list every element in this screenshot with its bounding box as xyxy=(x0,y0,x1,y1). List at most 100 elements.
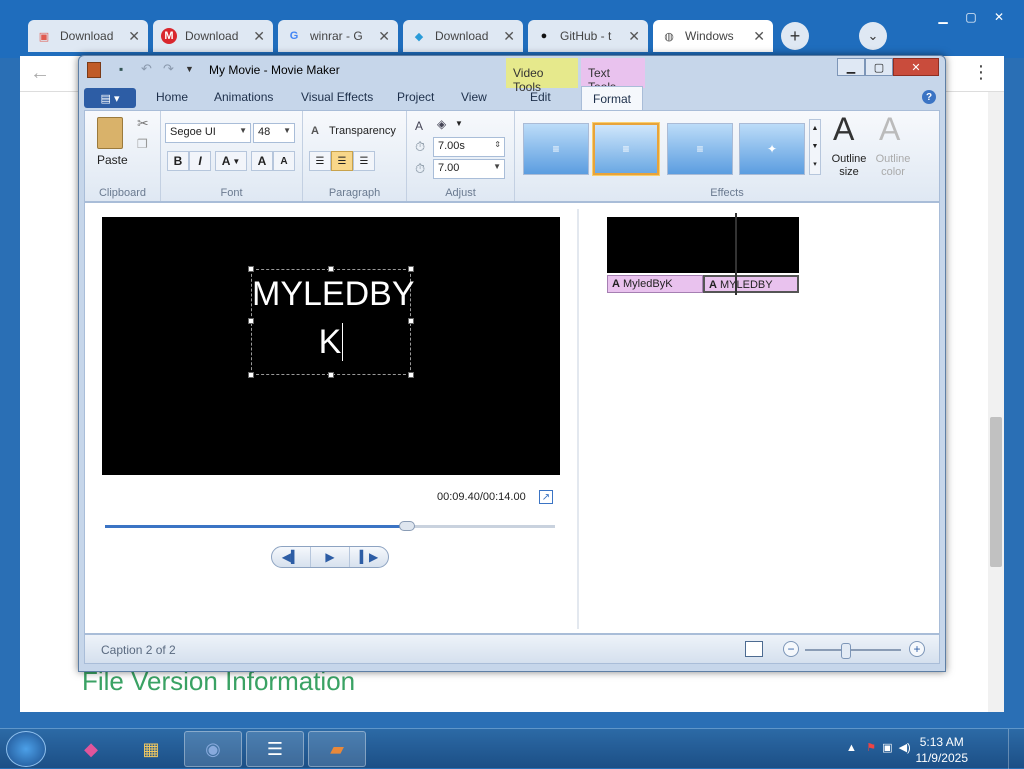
outline-color-button[interactable]: Outline color xyxy=(869,153,917,179)
shrink-font-button[interactable]: A xyxy=(273,151,295,171)
storyboard-clip[interactable] xyxy=(607,217,799,273)
font-family-select[interactable]: Segoe UI ▼ xyxy=(165,123,251,143)
bold-button[interactable]: B xyxy=(167,151,189,171)
application-menu-button[interactable]: ▤ ▾ xyxy=(84,88,136,108)
tab-edit[interactable]: Edit xyxy=(530,90,551,104)
minimize-icon[interactable]: ▁ xyxy=(930,8,956,26)
quick-access-dropdown-icon[interactable]: ▼ xyxy=(185,64,194,74)
minimize-icon[interactable]: ▁ xyxy=(837,58,865,76)
effect-swing-thumbnail[interactable]: ≡ xyxy=(523,123,589,175)
back-arrow-icon[interactable]: ← xyxy=(30,62,50,85)
resize-handle[interactable] xyxy=(248,372,254,378)
paste-icon[interactable] xyxy=(97,117,123,149)
action-center-flag-icon[interactable]: ⚑ xyxy=(866,742,876,754)
video-preview[interactable]: MYLEDBY K xyxy=(102,217,560,475)
outline-size-button[interactable]: Outline size xyxy=(825,153,873,179)
align-left-icon[interactable]: ☰ xyxy=(309,151,331,171)
show-hidden-icons-icon[interactable]: ▲ xyxy=(846,742,857,754)
chrome-icon[interactable]: ◉ xyxy=(184,731,242,767)
zoom-in-icon[interactable]: + xyxy=(909,641,925,657)
file-explorer-icon[interactable]: ▦ xyxy=(122,731,180,767)
start-time-field[interactable]: 7.00s ⇕ xyxy=(433,137,505,157)
seek-bar-thumb[interactable] xyxy=(398,521,415,531)
fullscreen-icon[interactable]: ↗ xyxy=(539,490,553,504)
resize-handle[interactable] xyxy=(248,266,254,272)
close-icon[interactable]: ✕ xyxy=(253,28,265,45)
resize-handle[interactable] xyxy=(408,266,414,272)
spin-icon[interactable]: ⇕ xyxy=(494,140,501,149)
storyboard-caption-1[interactable]: A MyledByK xyxy=(607,275,703,293)
effect-selected-thumbnail[interactable]: ≡ xyxy=(592,122,660,176)
copy-icon[interactable]: ❐ xyxy=(137,137,148,151)
zoom-slider[interactable] xyxy=(805,643,901,659)
background-color-icon[interactable]: ◈ xyxy=(437,117,446,131)
storyboard-view-icon[interactable] xyxy=(745,641,763,657)
playhead[interactable] xyxy=(735,213,737,295)
tab-project[interactable]: Project xyxy=(397,90,434,104)
effect-zoom-thumbnail[interactable]: ≡ xyxy=(667,123,733,175)
paste-button[interactable]: Paste xyxy=(97,153,128,167)
seek-bar[interactable] xyxy=(105,521,555,531)
align-center-icon[interactable]: ☰ xyxy=(331,151,353,171)
transparency-button[interactable]: Transparency xyxy=(329,125,396,137)
new-tab-button[interactable]: + xyxy=(781,22,809,50)
close-icon[interactable]: ✕ xyxy=(128,28,140,45)
close-icon[interactable]: ✕ xyxy=(628,28,640,45)
network-icon[interactable]: ▣ xyxy=(882,742,892,754)
browser-tab-1[interactable]: ▣ Download ✕ xyxy=(28,20,148,52)
grow-font-button[interactable]: A xyxy=(251,151,273,171)
align-right-icon[interactable]: ☰ xyxy=(353,151,375,171)
browser-tab-6[interactable]: ◍ Windows ✕ xyxy=(653,20,773,52)
resize-handle[interactable] xyxy=(328,372,334,378)
tab-view[interactable]: View xyxy=(461,90,487,104)
task-list-icon[interactable]: ☰ xyxy=(246,731,304,767)
close-icon[interactable]: ✕ xyxy=(753,28,765,45)
resize-handle[interactable] xyxy=(408,318,414,324)
tab-search-chevron-icon[interactable]: ⌄ xyxy=(859,22,887,50)
previous-frame-icon[interactable]: ◀▍ xyxy=(272,547,311,567)
pane-divider[interactable] xyxy=(577,209,579,629)
undo-icon[interactable]: ↶ xyxy=(141,61,152,77)
maximize-icon[interactable]: ▢ xyxy=(865,58,893,76)
tab-format[interactable]: Format xyxy=(581,86,643,110)
storyboard-caption-2[interactable]: A MYLEDBY xyxy=(703,275,799,293)
font-color-button[interactable]: A ▼ xyxy=(215,151,247,171)
redo-icon[interactable]: ↷ xyxy=(163,61,174,77)
scrollbar-thumb[interactable] xyxy=(990,417,1002,567)
cut-icon[interactable]: ✂ xyxy=(137,115,149,132)
resize-handle[interactable] xyxy=(248,318,254,324)
italic-button[interactable]: I xyxy=(189,151,211,171)
font-size-select[interactable]: 48 ▼ xyxy=(253,123,295,143)
maximize-icon[interactable]: ▢ xyxy=(958,8,984,26)
effects-gallery-scroll[interactable]: ▲ ▼ ▾ xyxy=(809,119,821,175)
chevron-down-icon[interactable]: ▼ xyxy=(455,119,463,128)
play-icon[interactable]: ▶ xyxy=(311,547,350,567)
browser-tab-3[interactable]: G winrar - G ✕ xyxy=(278,20,398,52)
close-icon[interactable]: ✕ xyxy=(986,8,1012,26)
close-icon[interactable]: ✕ xyxy=(503,28,515,45)
close-icon[interactable]: ✕ xyxy=(893,58,939,76)
zoom-slider-thumb[interactable] xyxy=(841,643,852,659)
text-duration-select[interactable]: 7.00 ▼ xyxy=(433,159,505,179)
page-scrollbar[interactable] xyxy=(988,92,1004,712)
resize-handle[interactable] xyxy=(328,266,334,272)
tab-visual-effects[interactable]: Visual Effects xyxy=(301,90,373,104)
menu-kebab-icon[interactable]: ⋮ xyxy=(972,62,990,83)
resize-handle[interactable] xyxy=(408,372,414,378)
clock[interactable]: 5:13 AM 11/9/2025 xyxy=(916,734,969,766)
zoom-out-icon[interactable]: − xyxy=(783,641,799,657)
start-button[interactable] xyxy=(6,731,46,767)
browser-tab-5[interactable]: ● GitHub - t ✕ xyxy=(528,20,648,52)
save-icon[interactable]: ▪ xyxy=(119,62,123,76)
next-frame-icon[interactable]: ▍▶ xyxy=(350,547,388,567)
caption-text-box[interactable]: MYLEDBY K xyxy=(248,266,415,378)
volume-icon[interactable]: ◀) xyxy=(899,742,911,754)
help-icon[interactable]: ? xyxy=(922,90,936,104)
browser-tab-2[interactable]: M Download ✕ xyxy=(153,20,273,52)
tab-home[interactable]: Home xyxy=(156,90,188,104)
show-desktop-button[interactable] xyxy=(1008,729,1024,769)
tab-animations[interactable]: Animations xyxy=(214,90,273,104)
effect-sparkle-thumbnail[interactable]: ✦ xyxy=(739,123,805,175)
close-icon[interactable]: ✕ xyxy=(378,28,390,45)
browser-tab-4[interactable]: ◆ Download ✕ xyxy=(403,20,523,52)
